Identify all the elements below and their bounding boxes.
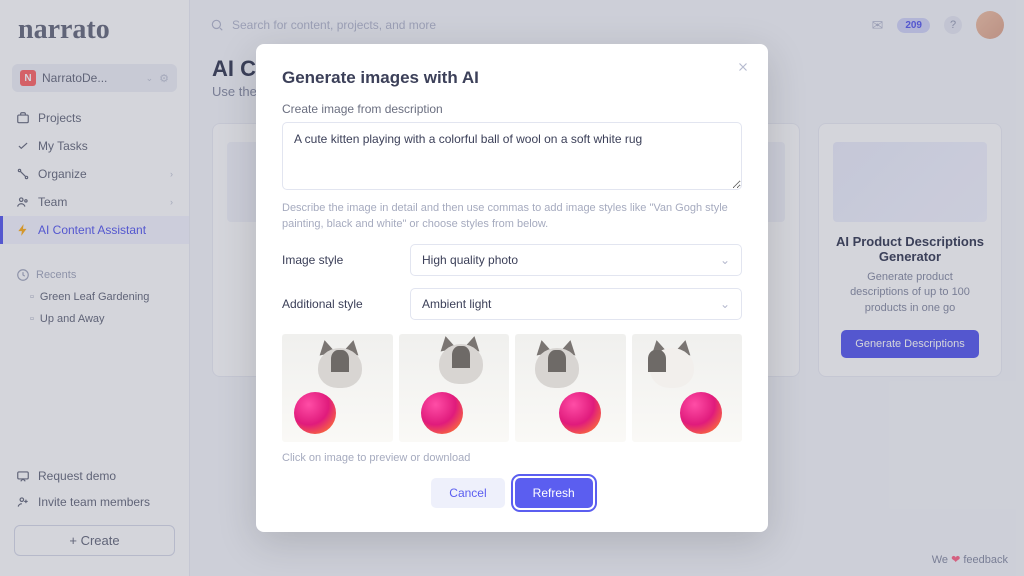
description-textarea[interactable] <box>282 122 742 190</box>
chevron-down-icon: ⌄ <box>720 253 730 267</box>
result-thumbnail[interactable] <box>399 334 510 442</box>
result-thumbnail[interactable] <box>632 334 743 442</box>
thumbnail-hint: Click on image to preview or download <box>282 452 742 464</box>
result-thumbnail[interactable] <box>282 334 393 442</box>
image-results <box>282 334 742 442</box>
additional-style-select[interactable]: Ambient light ⌄ <box>410 288 742 320</box>
close-icon[interactable] <box>736 60 750 79</box>
image-style-label: Image style <box>282 253 398 267</box>
refresh-button[interactable]: Refresh <box>515 478 593 508</box>
description-hint: Describe the image in detail and then us… <box>282 201 742 232</box>
modal-overlay: Generate images with AI Create image fro… <box>0 0 1024 576</box>
generate-images-modal: Generate images with AI Create image fro… <box>256 44 768 532</box>
chevron-down-icon: ⌄ <box>720 297 730 311</box>
image-style-select[interactable]: High quality photo ⌄ <box>410 244 742 276</box>
additional-style-label: Additional style <box>282 297 398 311</box>
modal-title: Generate images with AI <box>282 68 742 88</box>
description-label: Create image from description <box>282 102 742 116</box>
result-thumbnail[interactable] <box>515 334 626 442</box>
cancel-button[interactable]: Cancel <box>431 478 504 508</box>
